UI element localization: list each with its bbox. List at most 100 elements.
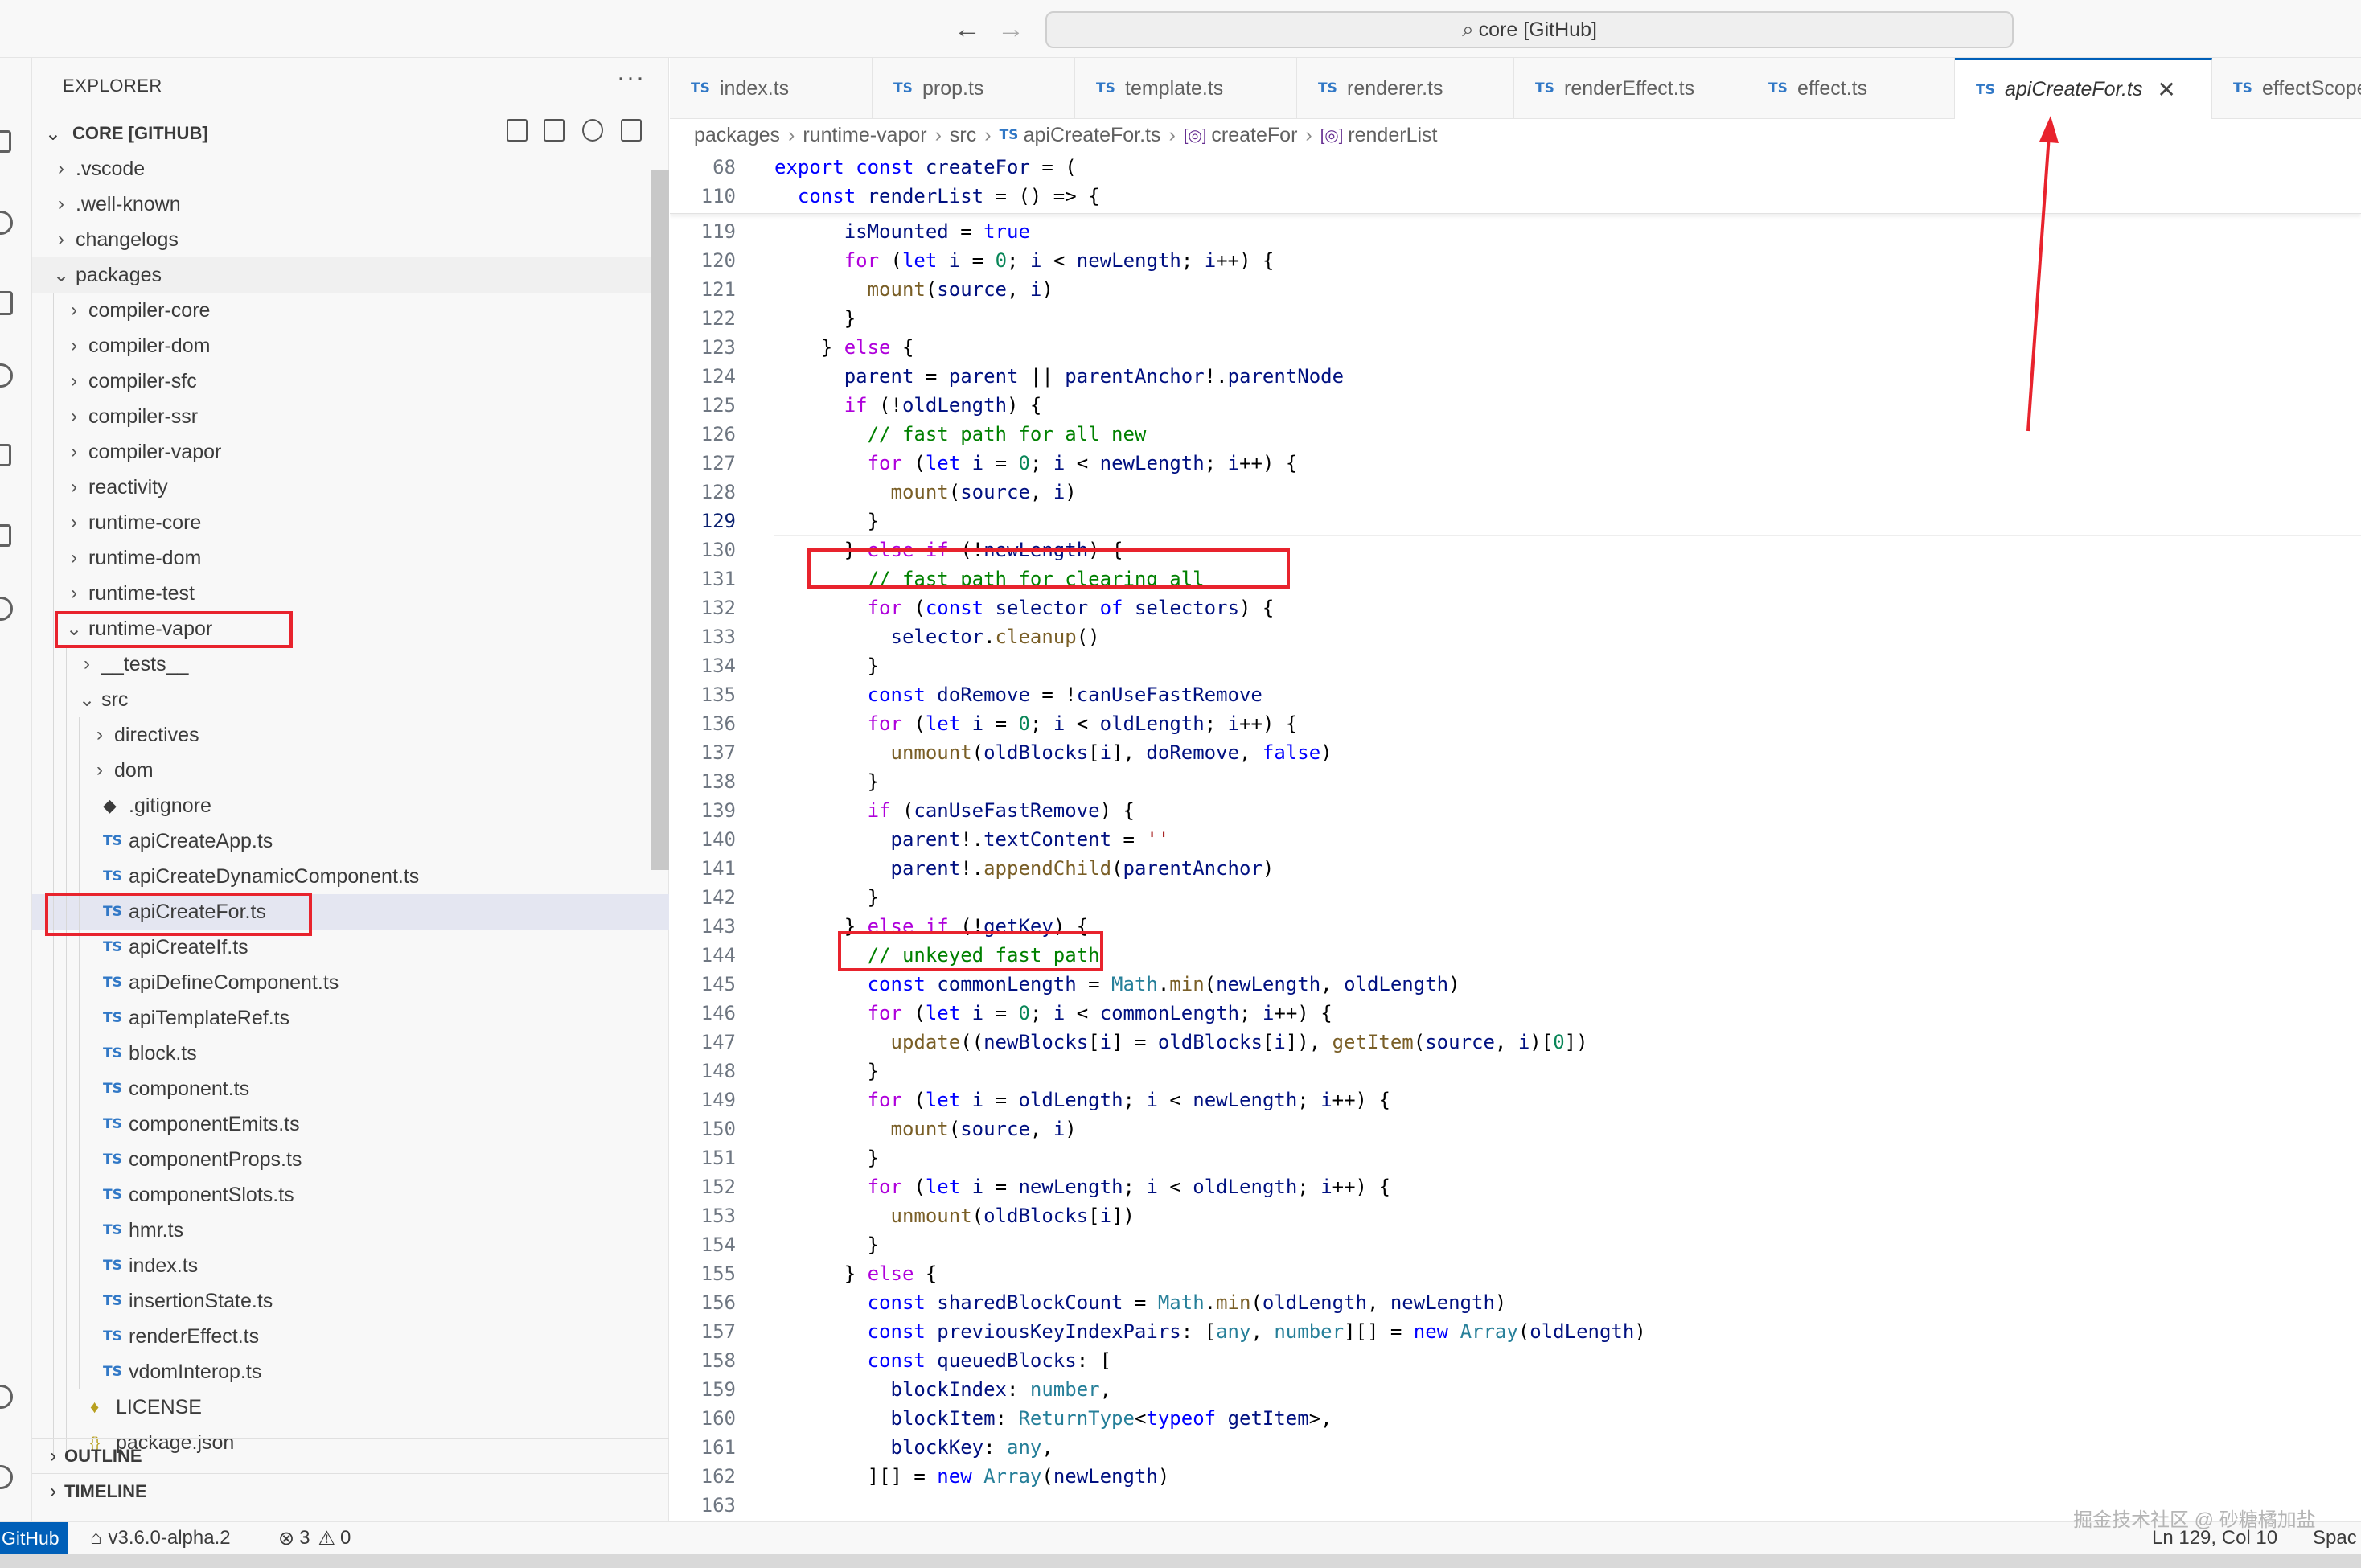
tree-item-vscode[interactable]: › .vscode [32,151,669,187]
tree-item-hmr-ts[interactable]: TS hmr.ts [32,1213,669,1248]
new-folder-icon[interactable] [544,119,565,142]
code-line[interactable]: 162 ][] = new Array(newLength) [670,1462,2361,1491]
close-icon[interactable]: ✕ [2157,76,2175,103]
code-line[interactable]: 132 for (const selector of selectors) { [670,593,2361,622]
extensions-icon[interactable] [0,444,11,466]
code-line[interactable]: 149 for (let i = oldLength; i < newLengt… [670,1086,2361,1114]
tree-item-apitemplateref-ts[interactable]: TS apiTemplateRef.ts [32,1000,669,1036]
code-line[interactable]: 124 parent = parent || parentAnchor!.par… [670,362,2361,391]
breadcrumb-item[interactable]: apiCreateFor.ts [1024,124,1161,147]
forward-arrow-icon[interactable]: → [997,11,1024,47]
code-line[interactable]: 153 unmount(oldBlocks[i]) [670,1201,2361,1230]
tab-index-ts[interactable]: TS index.ts [670,58,873,119]
code-line[interactable]: 159 blockIndex: number, [670,1375,2361,1404]
code-line[interactable]: 119 isMounted = true [670,217,2361,246]
tab-template-ts[interactable]: TS template.ts [1075,58,1297,119]
run-debug-icon[interactable] [0,363,13,388]
tree-item-runtime-dom[interactable]: › runtime-dom [32,540,669,576]
code-line[interactable]: 158 const queuedBlocks: [ [670,1346,2361,1375]
code-line[interactable]: 155 } else { [670,1259,2361,1288]
tree-item-rendereffect-ts[interactable]: TS renderEffect.ts [32,1319,669,1354]
remote-explorer-icon[interactable] [0,524,11,547]
code-line[interactable]: 134 } [670,651,2361,680]
tree-item-dom[interactable]: › dom [32,753,669,788]
code-line[interactable]: 150 mount(source, i) [670,1114,2361,1143]
tree-item-src[interactable]: ⌄ src [32,682,669,717]
more-actions-icon[interactable]: ··· [617,64,646,92]
code-line[interactable]: 110 const renderList = () => { [670,182,2361,211]
code-line[interactable]: 154 } [670,1230,2361,1259]
problems-indicator[interactable]: ⊗ 3 ⚠ 0 [278,1522,351,1554]
code-line[interactable]: 152 for (let i = newLength; i < oldLengt… [670,1172,2361,1201]
tree-item-component-ts[interactable]: TS component.ts [32,1071,669,1106]
code-line[interactable]: 126 // fast path for all new [670,420,2361,449]
code-line[interactable]: 156 const sharedBlockCount = Math.min(ol… [670,1288,2361,1317]
back-arrow-icon[interactable]: ← [954,11,981,47]
tab-apicreatefor-ts[interactable]: TS apiCreateFor.ts ✕ [1955,58,2212,119]
code-line[interactable]: 151 } [670,1143,2361,1172]
tree-item-apicreatedynamiccomponent-ts[interactable]: TS apiCreateDynamicComponent.ts [32,859,669,894]
explorer-icon[interactable] [0,130,11,153]
tree-item-insertionstate-ts[interactable]: TS insertionState.ts [32,1283,669,1319]
tree-item-changelogs[interactable]: › changelogs [32,222,669,257]
tree-item-reactivity[interactable]: › reactivity [32,470,669,505]
tab-effectscope-ts[interactable]: TS effectScope.ts [2212,58,2361,119]
code-editor[interactable]: 68 export const createFor = (110 const re… [670,151,2361,1521]
tree-item-compiler-ssr[interactable]: › compiler-ssr [32,399,669,434]
search-icon[interactable] [0,211,13,235]
code-line[interactable]: 157 const previousKeyIndexPairs: [any, n… [670,1317,2361,1346]
command-center-search[interactable]: ⌕ core [GitHub] [1045,11,2014,48]
tree-item-compiler-vapor[interactable]: › compiler-vapor [32,434,669,470]
branch-indicator[interactable]: ⌂ v3.6.0-alpha.2 [90,1522,231,1554]
tree-item-index-ts[interactable]: TS index.ts [32,1248,669,1283]
account-icon[interactable] [0,1385,13,1409]
breadcrumb-item[interactable]: createFor [1211,124,1297,147]
timeline-section-header[interactable]: › TIMELINE [32,1473,669,1508]
source-control-icon[interactable] [0,291,13,315]
code-line[interactable]: 140 parent!.textContent = '' [670,825,2361,854]
github-icon[interactable] [0,597,13,621]
code-line[interactable]: 120 for (let i = 0; i < newLength; i++) … [670,246,2361,275]
tree-item-componentslots-ts[interactable]: TS componentSlots.ts [32,1177,669,1213]
breadcrumb-item[interactable]: packages [694,124,780,147]
code-line[interactable]: 160 blockItem: ReturnType<typeof getItem… [670,1404,2361,1433]
code-line[interactable]: 147 update((newBlocks[i] = oldBlocks[i])… [670,1028,2361,1057]
collapse-all-icon[interactable] [621,119,642,142]
code-line[interactable]: 135 const doRemove = !canUseFastRemove [670,680,2361,709]
tree-item-runtime-test[interactable]: › runtime-test [32,576,669,611]
tree-item-packages[interactable]: ⌄ packages [32,257,669,293]
tree-item-runtime-core[interactable]: › runtime-core [32,505,669,540]
new-file-icon[interactable] [507,119,528,142]
code-line[interactable]: 137 unmount(oldBlocks[i], doRemove, fals… [670,738,2361,767]
tab-effect-ts[interactable]: TS effect.ts [1747,58,1955,119]
tree-item-directives[interactable]: › directives [32,717,669,753]
tree-item-well-known[interactable]: › .well-known [32,187,669,222]
code-line[interactable]: 68 export const createFor = ( [670,153,2361,182]
tab-prop-ts[interactable]: TS prop.ts [873,58,1075,119]
code-line[interactable]: 133 selector.cleanup() [670,622,2361,651]
code-line[interactable]: 121 mount(source, i) [670,275,2361,304]
tree-item-componentprops-ts[interactable]: TS componentProps.ts [32,1142,669,1177]
code-line[interactable]: 122 } [670,304,2361,333]
tree-item-block-ts[interactable]: TS block.ts [32,1036,669,1071]
settings-gear-icon[interactable] [0,1465,13,1489]
tree-item-license[interactable]: ♦ LICENSE [32,1389,669,1425]
code-line[interactable]: 125 if (!oldLength) { [670,391,2361,420]
code-line[interactable]: 142 } [670,883,2361,912]
workspace-root-header[interactable]: ⌄ CORE [GITHUB] [32,116,669,151]
tree-item-tests[interactable]: › __tests__ [32,646,669,682]
tab-renderer-ts[interactable]: TS renderer.ts [1297,58,1514,119]
code-line[interactable]: 146 for (let i = 0; i < commonLength; i+… [670,999,2361,1028]
outline-section-header[interactable]: › OUTLINE [32,1438,669,1473]
tree-item-vdominterop-ts[interactable]: TS vdomInterop.ts [32,1354,669,1389]
indentation-indicator[interactable]: Spac [2313,1522,2357,1554]
refresh-icon[interactable] [582,119,603,142]
code-line[interactable]: 141 parent!.appendChild(parentAnchor) [670,854,2361,883]
tree-item-compiler-sfc[interactable]: › compiler-sfc [32,363,669,399]
code-line[interactable]: 129 } [670,507,2361,536]
code-line[interactable]: 138 } [670,767,2361,796]
breadcrumb-item[interactable]: renderList [1348,124,1437,147]
breadcrumb-item[interactable]: src [950,124,976,147]
code-line[interactable]: 136 for (let i = 0; i < oldLength; i++) … [670,709,2361,738]
tab-rendereffect-ts[interactable]: TS renderEffect.ts [1514,58,1747,119]
